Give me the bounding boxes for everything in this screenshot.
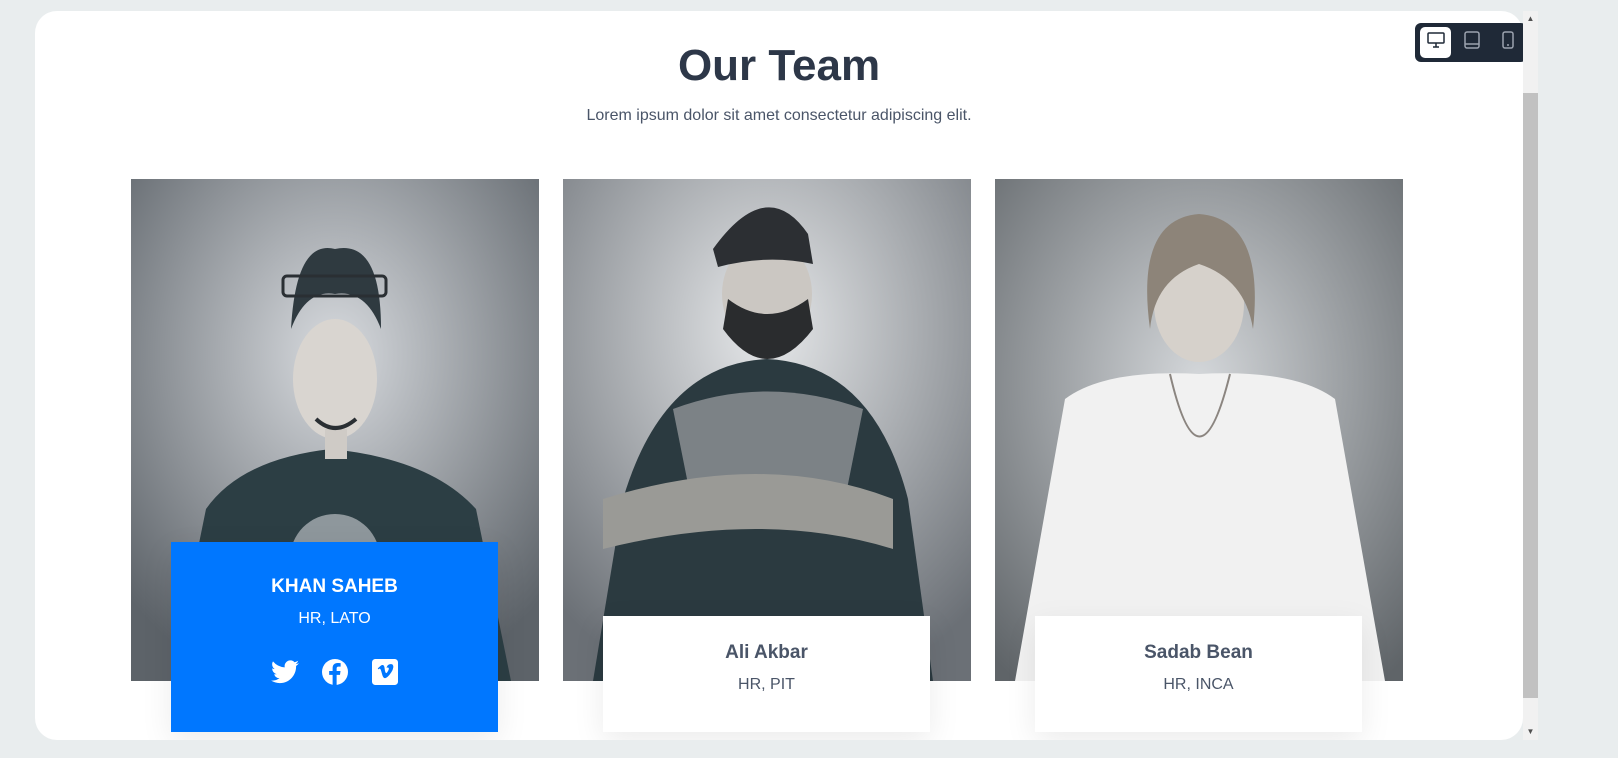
mobile-view-button[interactable]: [1492, 27, 1523, 58]
team-member-role: HR, PIT: [738, 676, 795, 693]
page-title: Our Team: [677, 41, 881, 90]
vimeo-icon[interactable]: [371, 658, 399, 686]
social-links: [171, 658, 498, 686]
team-card[interactable]: Sadab Bean HR, INCA: [995, 179, 1403, 732]
team-member-name: Sadab Bean: [1144, 642, 1253, 663]
tablet-icon: [1463, 31, 1480, 54]
twitter-icon[interactable]: [270, 658, 299, 686]
facebook-icon[interactable]: [321, 658, 349, 686]
scrollbar[interactable]: ▲ ▼: [1523, 11, 1538, 740]
team-member-role: HR, LATO: [298, 610, 371, 627]
device-toggle: [1415, 23, 1527, 62]
page-subtitle: Lorem ipsum dolor sit amet consectetur a…: [586, 107, 972, 124]
page-frame: Our Team Lorem ipsum dolor sit amet cons…: [35, 11, 1523, 740]
scroll-thumb[interactable]: [1523, 93, 1538, 698]
mobile-icon: [1501, 31, 1514, 54]
desktop-view-button[interactable]: [1420, 27, 1451, 58]
team-member-name: Ali Akbar: [725, 642, 808, 663]
team-member-info: KHAN SAHEB HR, LATO: [171, 542, 498, 732]
scroll-up-arrow-icon[interactable]: ▲: [1523, 13, 1538, 25]
team-card[interactable]: Ali Akbar HR, PIT: [563, 179, 971, 732]
team-member-name: KHAN SAHEB: [271, 576, 398, 597]
scroll-down-arrow-icon[interactable]: ▼: [1523, 726, 1538, 738]
team-photo: [563, 179, 971, 681]
team-card[interactable]: KHAN SAHEB HR, LATO: [131, 179, 539, 732]
team-member-info: Sadab Bean HR, INCA: [1035, 616, 1362, 732]
team-member-info: Ali Akbar HR, PIT: [603, 616, 930, 732]
tablet-view-button[interactable]: [1456, 27, 1487, 58]
team-photo: [995, 179, 1403, 681]
desktop-icon: [1426, 32, 1445, 53]
team-member-role: HR, INCA: [1163, 676, 1234, 693]
